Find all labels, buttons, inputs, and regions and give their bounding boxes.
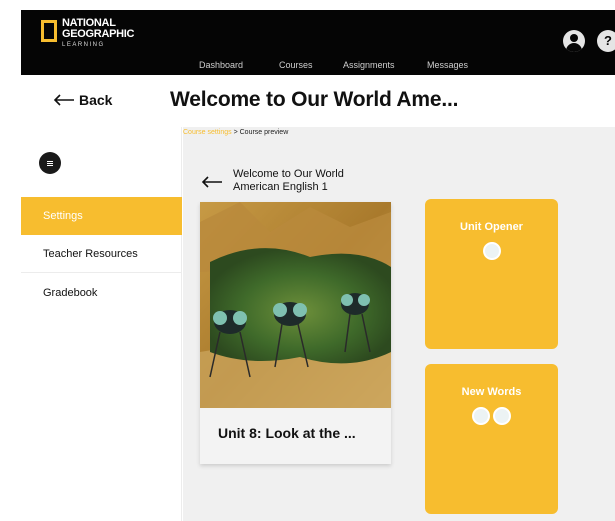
- activity-circle-icon[interactable]: [493, 407, 511, 425]
- back-button[interactable]: Back: [53, 92, 112, 108]
- page-title: Welcome to Our World Ame...: [170, 88, 459, 111]
- avatar-shoulders: [566, 43, 582, 52]
- activity-circle-icon[interactable]: [482, 242, 501, 260]
- breadcrumb-course-settings[interactable]: Course settings: [183, 129, 232, 136]
- avatar-head: [570, 34, 578, 42]
- lesson-title: Unit Opener: [460, 221, 523, 233]
- arrow-left-icon[interactable]: [201, 176, 223, 188]
- unit-card[interactable]: Unit 8: Look at the ...: [200, 202, 391, 464]
- main-content: Course settings > Course preview Welcome…: [183, 127, 615, 521]
- lesson-progress: [425, 407, 558, 425]
- page-header: Back Welcome to Our World Ame...: [21, 75, 615, 127]
- breadcrumb-current: Course preview: [239, 129, 289, 136]
- user-avatar-icon[interactable]: [563, 30, 585, 52]
- damselflies-photo: [200, 202, 391, 408]
- nav-dashboard[interactable]: Dashboard: [199, 60, 243, 70]
- activity-circle-icon[interactable]: [472, 407, 490, 425]
- sidebar: Settings Teacher Resources Gradebook: [21, 127, 182, 521]
- course-name-line-2: American English 1: [233, 181, 328, 193]
- help-icon[interactable]: ?: [597, 30, 615, 52]
- lesson-progress: [425, 242, 558, 260]
- lesson-title: New Words: [461, 386, 522, 398]
- sidebar-item-settings[interactable]: Settings: [21, 197, 182, 235]
- nav-messages[interactable]: Messages: [427, 60, 468, 70]
- main-nav: Dashboard Courses Assignments Messages: [21, 60, 615, 74]
- yellow-frame-icon: [41, 20, 57, 42]
- logo-text: NATIONAL GEOGRAPHIC LEARNING: [62, 18, 135, 49]
- course-name-line-1: Welcome to Our World: [233, 168, 344, 180]
- logo-line-3: LEARNING: [62, 42, 105, 48]
- sidebar-item-teacher-resources[interactable]: Teacher Resources: [21, 235, 182, 273]
- course-heading: Welcome to Our World American English 1: [201, 168, 344, 194]
- course-name: Welcome to Our World American English 1: [233, 168, 344, 194]
- back-label: Back: [79, 92, 113, 108]
- top-navigation-bar: NATIONAL GEOGRAPHIC LEARNING Dashboard C…: [21, 10, 615, 75]
- arrow-left-icon: [53, 94, 74, 106]
- lesson-card-new-words[interactable]: New Words: [425, 364, 558, 514]
- lesson-card-unit-opener[interactable]: Unit Opener: [425, 199, 558, 349]
- breadcrumb-separator: >: [231, 129, 240, 136]
- unit-cover-image: [200, 202, 391, 408]
- unit-title: Unit 8: Look at the ...: [218, 425, 356, 441]
- hamburger-menu-icon[interactable]: [39, 152, 61, 174]
- sidebar-item-gradebook[interactable]: Gradebook: [21, 274, 182, 312]
- national-geographic-logo[interactable]: NATIONAL GEOGRAPHIC LEARNING: [41, 18, 134, 52]
- logo-line-2: GEOGRAPHIC: [62, 28, 135, 40]
- nav-assignments[interactable]: Assignments: [343, 60, 395, 70]
- nav-courses[interactable]: Courses: [279, 60, 313, 70]
- breadcrumb: Course settings > Course preview: [183, 129, 288, 136]
